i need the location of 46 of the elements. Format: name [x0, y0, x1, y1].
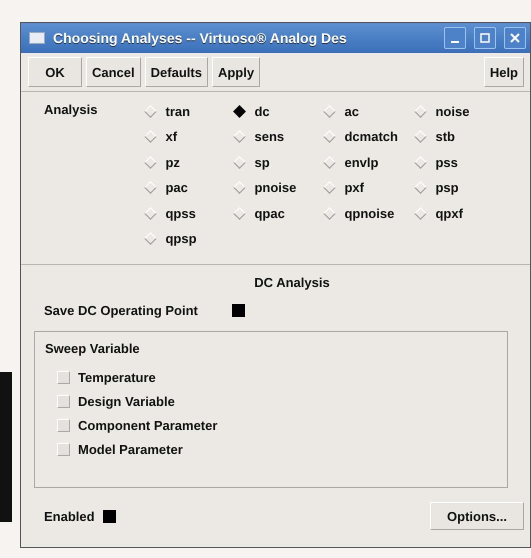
radio-label[interactable]: psp: [435, 180, 459, 195]
checkbox-label[interactable]: Temperature: [78, 370, 156, 385]
enabled-label: Enabled: [44, 508, 95, 524]
radio-label[interactable]: stb: [435, 129, 455, 144]
close-icon: [509, 32, 521, 44]
radio-label[interactable]: pz: [165, 154, 180, 170]
analysis-label: Analysis: [44, 102, 98, 119]
minimize-icon: [451, 41, 459, 43]
radio-label[interactable]: qpsp: [165, 231, 197, 246]
minimize-button[interactable]: [444, 27, 466, 49]
radio-label[interactable]: sp: [254, 154, 270, 170]
options-button[interactable]: Options...: [430, 502, 524, 530]
help-button[interactable]: Help: [484, 57, 524, 87]
radio-label[interactable]: sens: [254, 129, 284, 144]
section-title: DC Analysis: [254, 275, 330, 290]
radio-label[interactable]: qpss: [165, 206, 196, 220]
radio-label[interactable]: pxf: [344, 180, 364, 195]
radio-label[interactable]: pnoise: [254, 180, 296, 195]
radio-label[interactable]: qpac: [254, 206, 285, 220]
radio-label[interactable]: noise: [435, 104, 470, 118]
radio-label[interactable]: qpxf: [435, 206, 463, 220]
checkbox[interactable]: [102, 510, 116, 522]
radio-label[interactable]: pss: [435, 154, 458, 170]
checkbox[interactable]: [232, 304, 245, 317]
checkbox-label[interactable]: Component Parameter: [78, 418, 218, 433]
frame-title: Sweep Variable: [45, 341, 141, 356]
maximize-button[interactable]: [474, 27, 496, 49]
close-button[interactable]: [504, 27, 526, 49]
toolbar-button[interactable]: OK: [28, 57, 82, 87]
radio-label[interactable]: dc: [254, 104, 270, 118]
maximize-icon: [479, 32, 491, 44]
radio-label[interactable]: pac: [165, 180, 188, 195]
window-icon: [29, 32, 45, 44]
toolbar-button[interactable]: Apply: [212, 57, 260, 87]
save-dc-label: Save DC Operating Point: [44, 303, 198, 318]
window-title: Choosing Analyses -- Virtuoso® Analog Des: [53, 30, 348, 46]
toolbar-button[interactable]: Defaults: [144, 57, 208, 87]
radio-label[interactable]: tran: [165, 104, 190, 118]
checkbox-label[interactable]: Model Parameter: [78, 442, 183, 457]
radio-label[interactable]: xf: [165, 129, 178, 144]
toolbar-button[interactable]: Cancel: [86, 57, 141, 87]
radio-label[interactable]: envlp: [344, 154, 378, 170]
checkbox-label[interactable]: Design Variable: [78, 394, 175, 409]
radio-label[interactable]: qpnoise: [344, 206, 394, 220]
radio-label[interactable]: ac: [344, 104, 359, 118]
radio-label[interactable]: dcmatch: [344, 129, 398, 144]
